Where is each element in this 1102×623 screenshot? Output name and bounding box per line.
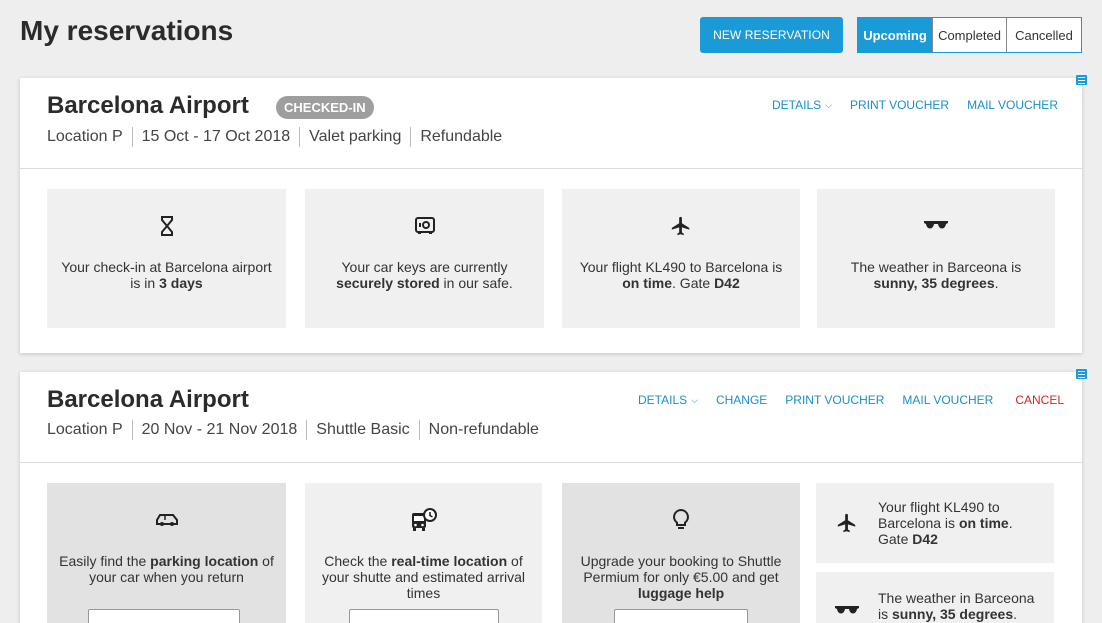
reservation-actions: DETAILS ⌵ CHANGE PRINT VOUCHER MAIL VOUCH… (638, 393, 1064, 407)
tile-action-button[interactable] (349, 609, 499, 623)
reservation-filter: Upcoming Completed Cancelled (857, 17, 1082, 53)
car-icon (155, 507, 179, 533)
info-tile: Your flight KL490 to Barcelona is on tim… (816, 483, 1054, 563)
info-tile: The weather in Barceona is sunny, 35 deg… (817, 189, 1055, 328)
details-link[interactable]: DETAILS ⌵ (638, 393, 698, 407)
info-tile: Your flight KL490 to Barcelona is on tim… (562, 189, 800, 328)
filter-completed[interactable]: Completed (932, 18, 1006, 52)
reservation-card: Barcelona Airport CHECKED-IN Location P … (20, 78, 1082, 353)
product-name: Valet parking (299, 127, 410, 147)
location-label: Location P (47, 128, 123, 145)
info-tile: Check the real-time location of your shu… (305, 483, 542, 623)
sunglasses-icon (816, 604, 878, 618)
menu-icon[interactable] (1076, 369, 1087, 379)
change-link[interactable]: CHANGE (716, 393, 767, 407)
new-reservation-button[interactable]: NEW RESERVATION (700, 17, 843, 53)
info-tile: The weather in Barceona is sunny, 35 deg… (816, 572, 1054, 623)
mail-voucher-link[interactable]: MAIL VOUCHER (902, 393, 993, 407)
lightbulb-icon (673, 507, 689, 533)
refund-policy: Non-refundable (418, 420, 548, 440)
reservation-title: Barcelona Airport (47, 92, 249, 119)
date-range: 15 Oct - 17 Oct 2018 (131, 127, 300, 147)
refund-policy: Refundable (410, 127, 511, 147)
print-voucher-link[interactable]: PRINT VOUCHER (850, 98, 949, 112)
mail-voucher-link[interactable]: MAIL VOUCHER (967, 98, 1058, 112)
reservation-title: Barcelona Airport (47, 386, 249, 413)
product-name: Shuttle Basic (306, 420, 418, 440)
divider (20, 168, 1082, 169)
menu-icon[interactable] (1076, 75, 1087, 85)
airplane-icon (816, 512, 878, 534)
page-title: My reservations (20, 15, 234, 46)
info-tile: Your car keys are currently securely sto… (305, 189, 544, 328)
date-range: 20 Nov - 21 Nov 2018 (131, 420, 307, 440)
hourglass-icon (160, 213, 174, 239)
divider (20, 462, 1082, 463)
info-tile: Easily find the parking location of your… (47, 483, 286, 623)
details-link[interactable]: DETAILS ⌵ (772, 98, 832, 112)
chevron-down-icon: ⌵ (691, 394, 698, 405)
filter-cancelled[interactable]: Cancelled (1006, 18, 1081, 52)
tile-action-button[interactable] (88, 609, 240, 623)
chevron-down-icon: ⌵ (825, 99, 832, 110)
sunglasses-icon (923, 213, 949, 239)
reservation-meta: Location P 15 Oct - 17 Oct 2018 Valet pa… (47, 127, 511, 147)
filter-upcoming[interactable]: Upcoming (858, 18, 932, 52)
tile-action-button[interactable] (614, 609, 748, 623)
reservation-card: Barcelona Airport Location P 20 Nov - 21… (20, 372, 1082, 623)
info-tile: Upgrade your booking to Shuttle Permium … (562, 483, 800, 623)
location-label: Location P (47, 421, 123, 438)
reservation-meta: Location P 20 Nov - 21 Nov 2018 Shuttle … (47, 420, 548, 440)
status-badge: CHECKED-IN (276, 96, 374, 119)
safe-icon (414, 213, 435, 239)
print-voucher-link[interactable]: PRINT VOUCHER (785, 393, 884, 407)
bus-clock-icon (411, 507, 437, 533)
airplane-icon (670, 213, 692, 239)
reservation-actions: DETAILS ⌵ PRINT VOUCHER MAIL VOUCHER (772, 98, 1058, 112)
cancel-link[interactable]: CANCEL (1015, 393, 1064, 407)
info-tile: Your check-in at Barcelona airport is in… (47, 189, 286, 328)
